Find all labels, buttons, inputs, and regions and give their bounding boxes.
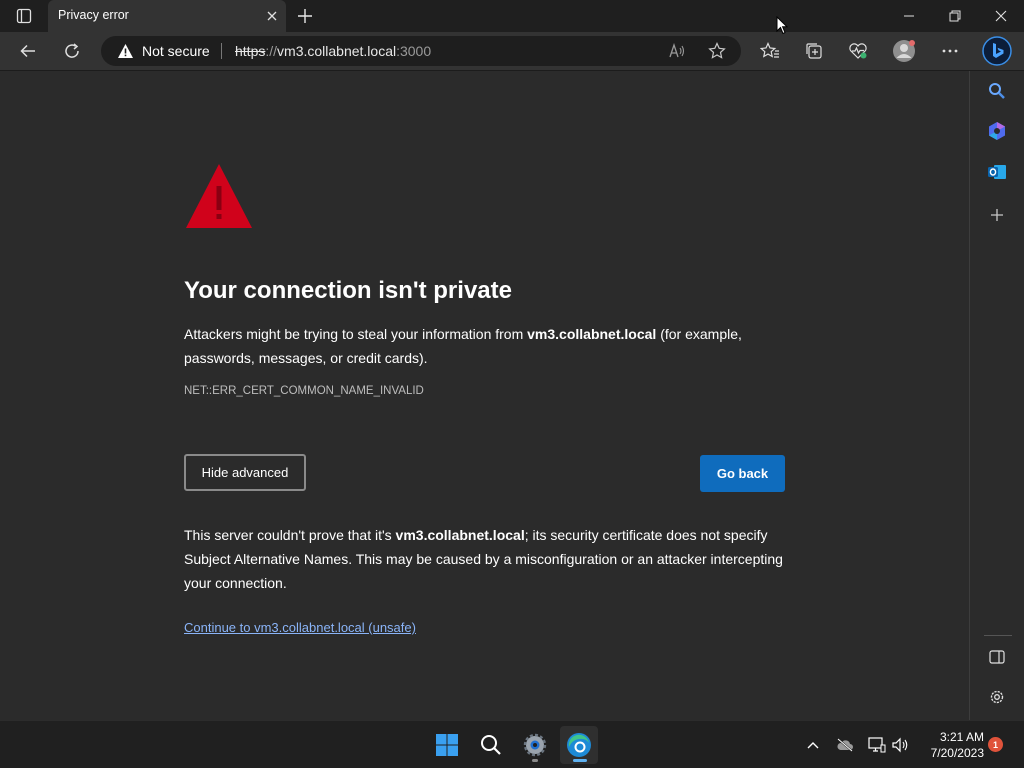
outlook-icon[interactable] — [983, 158, 1011, 186]
details-text: This server couldn't prove that it's — [184, 527, 396, 543]
error-page: Your connection isn't private Attackers … — [0, 71, 969, 720]
tab-actions-icon[interactable] — [6, 4, 42, 28]
read-aloud-icon[interactable] — [667, 42, 687, 60]
cloud-off-icon[interactable] — [835, 735, 855, 755]
star-icon[interactable] — [707, 42, 727, 60]
bing-icon[interactable] — [980, 34, 1014, 68]
browser-toolbar: Not secure https://vm3.collabnet.local:3… — [0, 32, 1024, 71]
windows-taskbar: 3:21 AM 7/20/2023 1 — [0, 720, 1024, 768]
sidebar-toggle-icon[interactable] — [983, 643, 1011, 671]
security-label[interactable]: Not secure — [142, 43, 210, 59]
url-separator: :// — [265, 43, 278, 59]
network-icon[interactable] — [867, 735, 887, 755]
sidebar-divider — [984, 635, 1012, 636]
intro-text: Attackers might be trying to steal your … — [184, 326, 528, 342]
address-bar[interactable]: Not secure https://vm3.collabnet.local:3… — [101, 36, 741, 66]
profile-icon[interactable] — [888, 35, 920, 67]
edge-icon[interactable] — [560, 726, 598, 764]
intro-host: vm3.collabnet.local — [527, 326, 657, 342]
refresh-icon[interactable] — [56, 35, 88, 67]
chevron-up-icon[interactable] — [803, 735, 823, 755]
edge-sidebar — [969, 71, 1024, 720]
more-icon[interactable] — [934, 35, 966, 67]
running-indicator — [532, 759, 538, 762]
search-icon[interactable] — [472, 726, 510, 764]
address-divider — [221, 43, 222, 59]
collections-icon[interactable] — [798, 35, 830, 67]
copilot-icon[interactable] — [983, 117, 1011, 145]
continue-unsafe-link[interactable]: Continue to vm3.collabnet.local (unsafe) — [184, 620, 416, 635]
warning-description: Attackers might be trying to steal your … — [184, 322, 764, 370]
warning-triangle-icon — [184, 162, 254, 230]
error-code[interactable]: NET::ERR_CERT_COMMON_NAME_INVALID — [184, 385, 424, 397]
url-port: :3000 — [396, 43, 432, 59]
advanced-details: This server couldn't prove that it's vm3… — [184, 523, 784, 595]
url-host: vm3.collabnet.local — [277, 43, 397, 59]
close-window-icon[interactable] — [978, 0, 1024, 32]
active-indicator — [573, 759, 587, 762]
url-scheme: https — [235, 43, 266, 59]
plus-icon[interactable] — [295, 6, 315, 26]
close-icon[interactable] — [264, 8, 280, 24]
clock-time: 3:21 AM — [939, 730, 984, 744]
back-icon[interactable] — [12, 35, 44, 67]
search-icon[interactable] — [983, 77, 1011, 105]
go-back-button[interactable]: Go back — [700, 455, 785, 492]
windows-start-icon[interactable] — [428, 726, 466, 764]
plus-icon[interactable] — [983, 201, 1011, 229]
clock-date: 7/20/2023 — [930, 746, 984, 760]
settings-icon[interactable] — [983, 683, 1011, 711]
taskbar-clock[interactable]: 3:21 AM 7/20/2023 — [918, 729, 984, 761]
tab-strip: Privacy error — [0, 0, 1024, 32]
tab-title: Privacy error — [58, 8, 129, 22]
tab-privacy-error[interactable]: Privacy error — [48, 0, 286, 32]
volume-icon[interactable] — [890, 735, 910, 755]
notification-badge[interactable]: 1 — [988, 737, 1003, 752]
restore-icon[interactable] — [932, 0, 978, 32]
hide-advanced-button[interactable]: Hide advanced — [184, 454, 306, 491]
url-text[interactable]: https://vm3.collabnet.local:3000 — [235, 43, 431, 59]
mouse-cursor-icon — [776, 16, 788, 35]
health-icon[interactable] — [842, 35, 874, 67]
favorites-icon[interactable] — [754, 35, 786, 67]
warning-icon[interactable] — [117, 43, 134, 59]
minimize-icon[interactable] — [886, 0, 932, 32]
details-host: vm3.collabnet.local — [395, 527, 525, 543]
settings-app-icon[interactable] — [516, 726, 554, 764]
page-title: Your connection isn't private — [184, 277, 512, 304]
